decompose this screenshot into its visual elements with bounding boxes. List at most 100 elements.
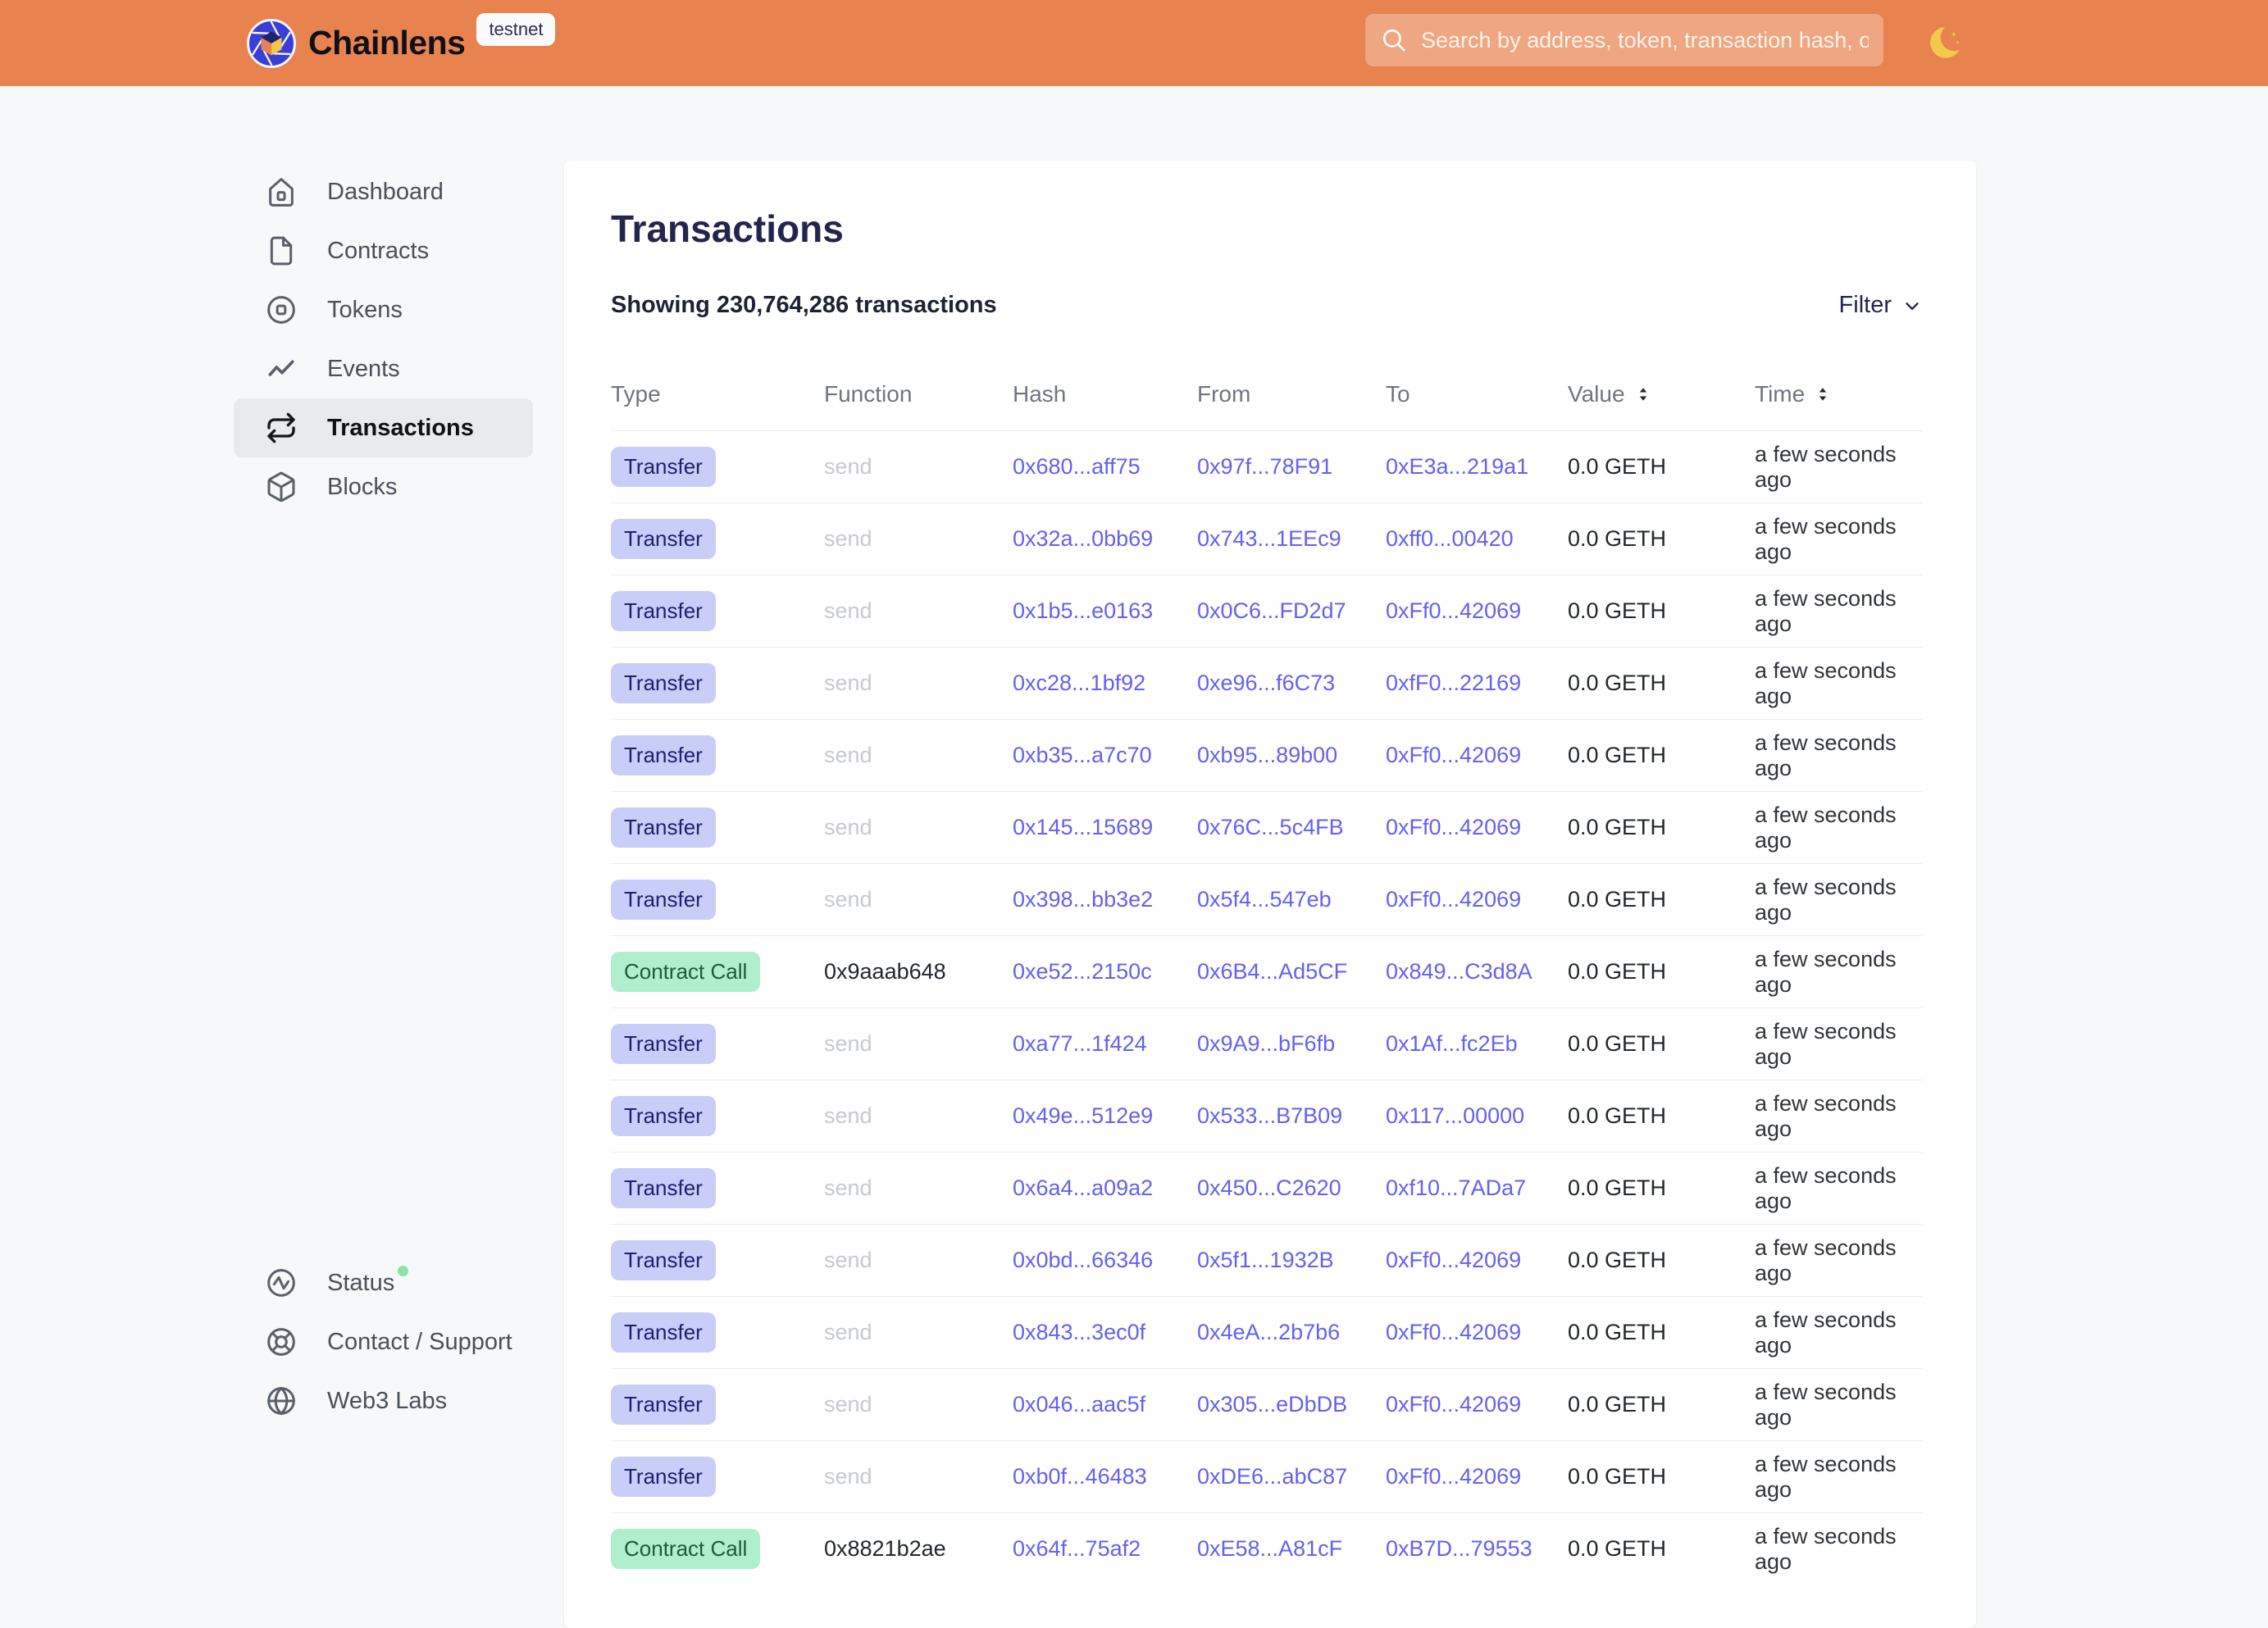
sidebar-item-contact-support[interactable]: Contact / Support — [234, 1312, 533, 1371]
sidebar-item-status[interactable]: Status — [234, 1253, 533, 1312]
time-cell: a few seconds ago — [1755, 1019, 1923, 1070]
hash-link[interactable]: 0xb0f...46483 — [1013, 1464, 1147, 1489]
hash-link[interactable]: 0x680...aff75 — [1013, 454, 1141, 479]
to-address-link[interactable]: 0xFf0...42069 — [1386, 1392, 1521, 1417]
from-cell: 0x533...B7B09 — [1197, 1103, 1386, 1129]
hash-link[interactable]: 0xc28...1bf92 — [1013, 671, 1145, 695]
search-input[interactable] — [1421, 28, 1869, 53]
type-cell: Transfer — [611, 519, 824, 559]
search-icon — [1380, 26, 1408, 54]
hash-link[interactable]: 0xa77...1f424 — [1013, 1031, 1147, 1056]
hash-link[interactable]: 0x64f...75af2 — [1013, 1536, 1141, 1561]
type-cell: Contract Call — [611, 1529, 824, 1569]
to-address-link[interactable]: 0xFf0...42069 — [1386, 815, 1521, 839]
type-badge: Transfer — [611, 519, 716, 559]
to-cell: 0xFf0...42069 — [1386, 1392, 1568, 1417]
function-cell: send — [824, 1320, 1013, 1345]
hash-link[interactable]: 0x145...15689 — [1013, 815, 1153, 839]
from-cell: 0x4eA...2b7b6 — [1197, 1320, 1386, 1345]
search-bar[interactable] — [1365, 14, 1883, 66]
hash-link[interactable]: 0xb35...a7c70 — [1013, 743, 1152, 767]
hash-cell: 0x64f...75af2 — [1013, 1536, 1197, 1562]
table-row: Transfer send 0x046...aac5f 0x305...eDbD… — [611, 1368, 1923, 1440]
time-cell: a few seconds ago — [1755, 442, 1923, 493]
from-address-link[interactable]: 0x5f4...547eb — [1197, 887, 1332, 912]
table-row: Transfer send 0x843...3ec0f 0x4eA...2b7b… — [611, 1296, 1923, 1368]
home-icon — [265, 175, 298, 208]
from-address-link[interactable]: 0xb95...89b00 — [1197, 743, 1337, 767]
value-cell: 0.0 GETH — [1568, 1320, 1755, 1345]
cube-icon — [265, 471, 298, 503]
to-address-link[interactable]: 0xFf0...42069 — [1386, 743, 1521, 767]
hash-link[interactable]: 0x843...3ec0f — [1013, 1320, 1145, 1344]
from-address-link[interactable]: 0x97f...78F91 — [1197, 454, 1332, 479]
from-address-link[interactable]: 0x76C...5c4FB — [1197, 815, 1344, 839]
from-cell: 0x5f1...1932B — [1197, 1248, 1386, 1273]
to-address-link[interactable]: 0xE3a...219a1 — [1386, 454, 1528, 479]
from-address-link[interactable]: 0x533...B7B09 — [1197, 1103, 1342, 1128]
from-address-link[interactable]: 0x450...C2620 — [1197, 1176, 1341, 1200]
function-cell: send — [824, 526, 1013, 552]
brand-name: Chainlens — [308, 24, 465, 62]
to-cell: 0xfF0...22169 — [1386, 671, 1568, 696]
to-address-link[interactable]: 0xFf0...42069 — [1386, 1248, 1521, 1272]
theme-toggle-button[interactable] — [1923, 21, 1965, 64]
hash-link[interactable]: 0x32a...0bb69 — [1013, 526, 1153, 551]
sidebar-item-transactions[interactable]: Transactions — [234, 398, 533, 457]
sidebar-item-tokens[interactable]: Tokens — [234, 280, 533, 339]
sort-value-icon[interactable] — [1634, 385, 1652, 403]
to-address-link[interactable]: 0xFf0...42069 — [1386, 598, 1521, 623]
from-address-link[interactable]: 0x5f1...1932B — [1197, 1248, 1334, 1272]
type-badge: Transfer — [611, 447, 716, 487]
from-address-link[interactable]: 0x6B4...Ad5CF — [1197, 959, 1347, 984]
hash-link[interactable]: 0x49e...512e9 — [1013, 1103, 1153, 1128]
from-address-link[interactable]: 0x9A9...bF6fb — [1197, 1031, 1335, 1056]
sidebar-item-label: Contracts — [327, 238, 429, 265]
to-address-link[interactable]: 0xfF0...22169 — [1386, 671, 1521, 695]
type-cell: Transfer — [611, 1240, 824, 1280]
sidebar-item-blocks[interactable]: Blocks — [234, 457, 533, 516]
sidebar-item-web3-labs[interactable]: Web3 Labs — [234, 1371, 533, 1430]
sort-time-icon[interactable] — [1814, 385, 1832, 403]
from-cell: 0x743...1EEc9 — [1197, 526, 1386, 552]
from-address-link[interactable]: 0xE58...A81cF — [1197, 1536, 1342, 1561]
to-address-link[interactable]: 0xFf0...42069 — [1386, 1464, 1521, 1489]
time-cell: a few seconds ago — [1755, 1307, 1923, 1358]
from-address-link[interactable]: 0xDE6...abC87 — [1197, 1464, 1347, 1489]
to-address-link[interactable]: 0xB7D...79553 — [1386, 1536, 1532, 1561]
from-address-link[interactable]: 0x0C6...FD2d7 — [1197, 598, 1346, 623]
sidebar-item-dashboard[interactable]: Dashboard — [234, 162, 533, 221]
transactions-count-summary: Showing 230,764,286 transactions — [611, 292, 997, 319]
from-address-link[interactable]: 0x743...1EEc9 — [1197, 526, 1341, 551]
to-address-link[interactable]: 0xFf0...42069 — [1386, 1320, 1521, 1344]
column-header-value: Value — [1568, 381, 1755, 407]
from-cell: 0xb95...89b00 — [1197, 743, 1386, 768]
sidebar-item-events[interactable]: Events — [234, 339, 533, 398]
to-address-link[interactable]: 0x849...C3d8A — [1386, 959, 1532, 984]
hash-link[interactable]: 0x6a4...a09a2 — [1013, 1176, 1153, 1200]
to-address-link[interactable]: 0xFf0...42069 — [1386, 887, 1521, 912]
type-badge: Transfer — [611, 1024, 716, 1064]
type-cell: Transfer — [611, 880, 824, 920]
to-address-link[interactable]: 0xf10...7ADa7 — [1386, 1176, 1526, 1200]
hash-link[interactable]: 0x1b5...e0163 — [1013, 598, 1153, 623]
from-address-link[interactable]: 0x4eA...2b7b6 — [1197, 1320, 1340, 1344]
brand-logo[interactable]: Chainlens testnet — [246, 0, 555, 86]
to-cell: 0xE3a...219a1 — [1386, 454, 1568, 480]
sidebar-item-contracts[interactable]: Contracts — [234, 221, 533, 280]
from-address-link[interactable]: 0xe96...f6C73 — [1197, 671, 1335, 695]
table-row: Transfer send 0x680...aff75 0x97f...78F9… — [611, 430, 1923, 502]
to-address-link[interactable]: 0xff0...00420 — [1386, 526, 1514, 551]
hash-link[interactable]: 0x398...bb3e2 — [1013, 887, 1153, 912]
column-header-function: Function — [824, 381, 1013, 407]
time-cell: a few seconds ago — [1755, 514, 1923, 565]
from-address-link[interactable]: 0x305...eDbDB — [1197, 1392, 1347, 1417]
hash-link[interactable]: 0x046...aac5f — [1013, 1392, 1145, 1417]
hash-cell: 0x680...aff75 — [1013, 454, 1197, 480]
to-address-link[interactable]: 0x1Af...fc2Eb — [1386, 1031, 1518, 1056]
filter-button[interactable]: Filter — [1839, 292, 1923, 319]
to-address-link[interactable]: 0x117...00000 — [1386, 1103, 1524, 1128]
hash-link[interactable]: 0x0bd...66346 — [1013, 1248, 1153, 1272]
type-cell: Transfer — [611, 1168, 824, 1208]
hash-link[interactable]: 0xe52...2150c — [1013, 959, 1152, 984]
